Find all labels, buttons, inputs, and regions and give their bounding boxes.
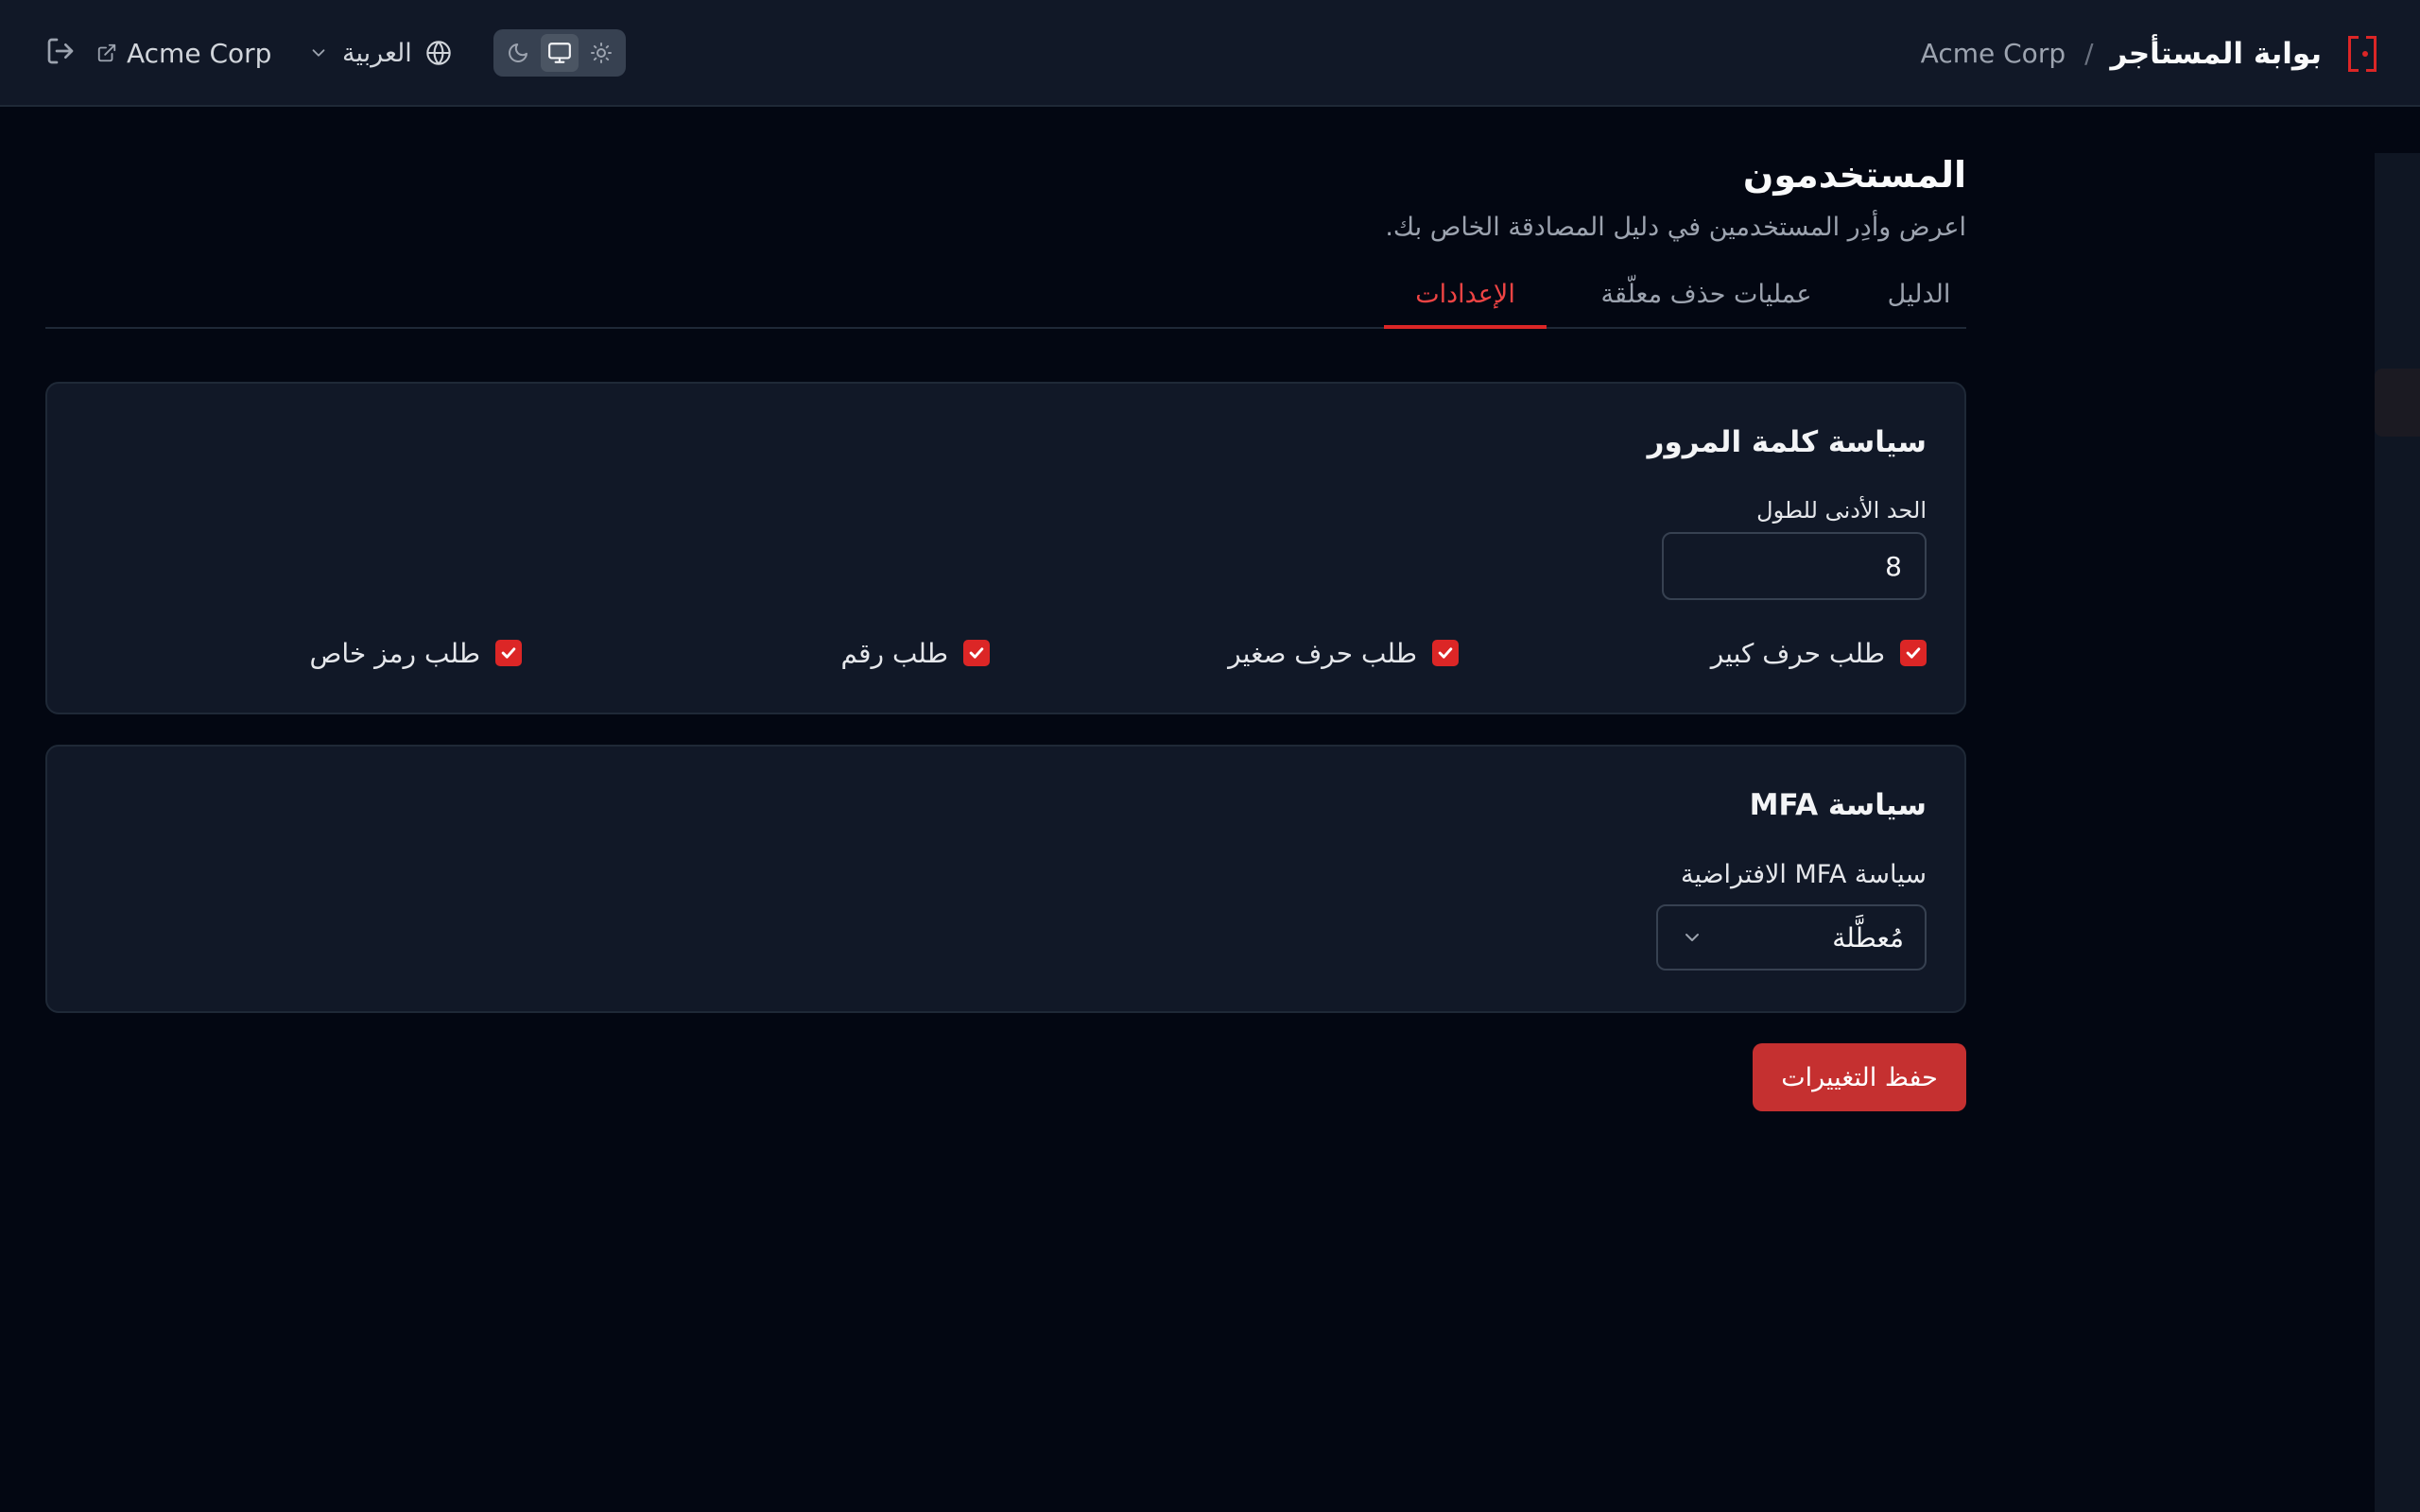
- breadcrumb-tenant[interactable]: Acme Corp: [1921, 38, 2066, 69]
- checkbox-label: طلب حرف صغير: [1228, 637, 1417, 669]
- monitor-icon: [548, 43, 571, 63]
- require-symbol-checkbox[interactable]: طلب رمز خاص: [309, 636, 522, 670]
- min-length-input[interactable]: [1662, 532, 1927, 600]
- scrollbar-thumb[interactable]: [2375, 369, 2420, 437]
- checkbox-checked-icon: [495, 640, 522, 666]
- checkbox-label: طلب حرف كبير: [1710, 637, 1885, 669]
- page-subtitle: اعرض وأدِر المستخدمين في دليل المصادقة ا…: [1385, 213, 1966, 242]
- mfa-default-label: سياسة MFA الافتراضية: [1680, 860, 1927, 889]
- password-policy-title: سياسة كلمة المرور: [1647, 425, 1927, 459]
- tenant-external-link[interactable]: Acme Corp: [96, 28, 271, 77]
- theme-system-button[interactable]: [541, 34, 579, 72]
- password-policy-card: سياسة كلمة المرور الحد الأدنى للطول طلب …: [45, 382, 1966, 714]
- save-changes-button[interactable]: حفظ التغييرات: [1753, 1043, 1966, 1111]
- require-lowercase-checkbox[interactable]: طلب حرف صغير: [1228, 636, 1459, 670]
- require-uppercase-checkbox[interactable]: طلب حرف كبير: [1711, 636, 1927, 670]
- sun-icon: [591, 43, 612, 63]
- language-label: العربية: [342, 38, 412, 68]
- logout-button[interactable]: [45, 36, 76, 70]
- tenant-link-label: Acme Corp: [127, 37, 272, 69]
- brand-logo-icon: [2348, 35, 2377, 72]
- language-selector[interactable]: العربية: [308, 28, 452, 77]
- chevron-down-icon: [312, 49, 325, 57]
- logout-icon: [47, 38, 74, 64]
- tab-pending-deletions[interactable]: عمليات حذف معلّقة: [1574, 272, 1839, 329]
- mfa-policy-card: سياسة MFA سياسة MFA الافتراضية مُعطَّلة: [45, 745, 1966, 1013]
- brand: بوابة المستأجر / Acme Corp: [1921, 0, 2377, 107]
- moon-icon: [509, 43, 527, 62]
- min-length-label: الحد الأدنى للطول: [1756, 497, 1927, 524]
- chevron-down-icon: [1685, 934, 1699, 941]
- require-number-checkbox[interactable]: طلب رقم: [840, 636, 990, 670]
- theme-light-button[interactable]: [582, 34, 620, 72]
- mfa-default-value: مُعطَّلة: [1832, 921, 1904, 954]
- breadcrumb-separator: /: [2084, 38, 2094, 69]
- tab-bar: الدليل عمليات حذف معلّقة الإعدادات: [45, 272, 1966, 329]
- tab-directory[interactable]: الدليل: [1872, 272, 1966, 329]
- theme-dark-button[interactable]: [499, 34, 537, 72]
- tab-settings[interactable]: الإعدادات: [1384, 272, 1547, 329]
- globe-icon: [426, 41, 451, 65]
- mfa-default-select[interactable]: مُعطَّلة: [1656, 904, 1927, 971]
- top-bar: بوابة المستأجر / Acme Corp العربية Acme …: [0, 0, 2420, 107]
- theme-toggle: [493, 29, 626, 77]
- app-title: بوابة المستأجر: [2110, 36, 2322, 71]
- scrollbar-track[interactable]: [2375, 153, 2420, 1512]
- checkbox-label: طلب رقم: [840, 637, 949, 669]
- external-link-icon: [97, 43, 116, 62]
- mfa-policy-title: سياسة MFA: [1749, 788, 1927, 822]
- checkbox-checked-icon: [1900, 640, 1927, 666]
- page-title: المستخدمون: [1742, 154, 1966, 196]
- checkbox-checked-icon: [1432, 640, 1459, 666]
- checkbox-label: طلب رمز خاص: [309, 637, 480, 669]
- checkbox-checked-icon: [963, 640, 990, 666]
